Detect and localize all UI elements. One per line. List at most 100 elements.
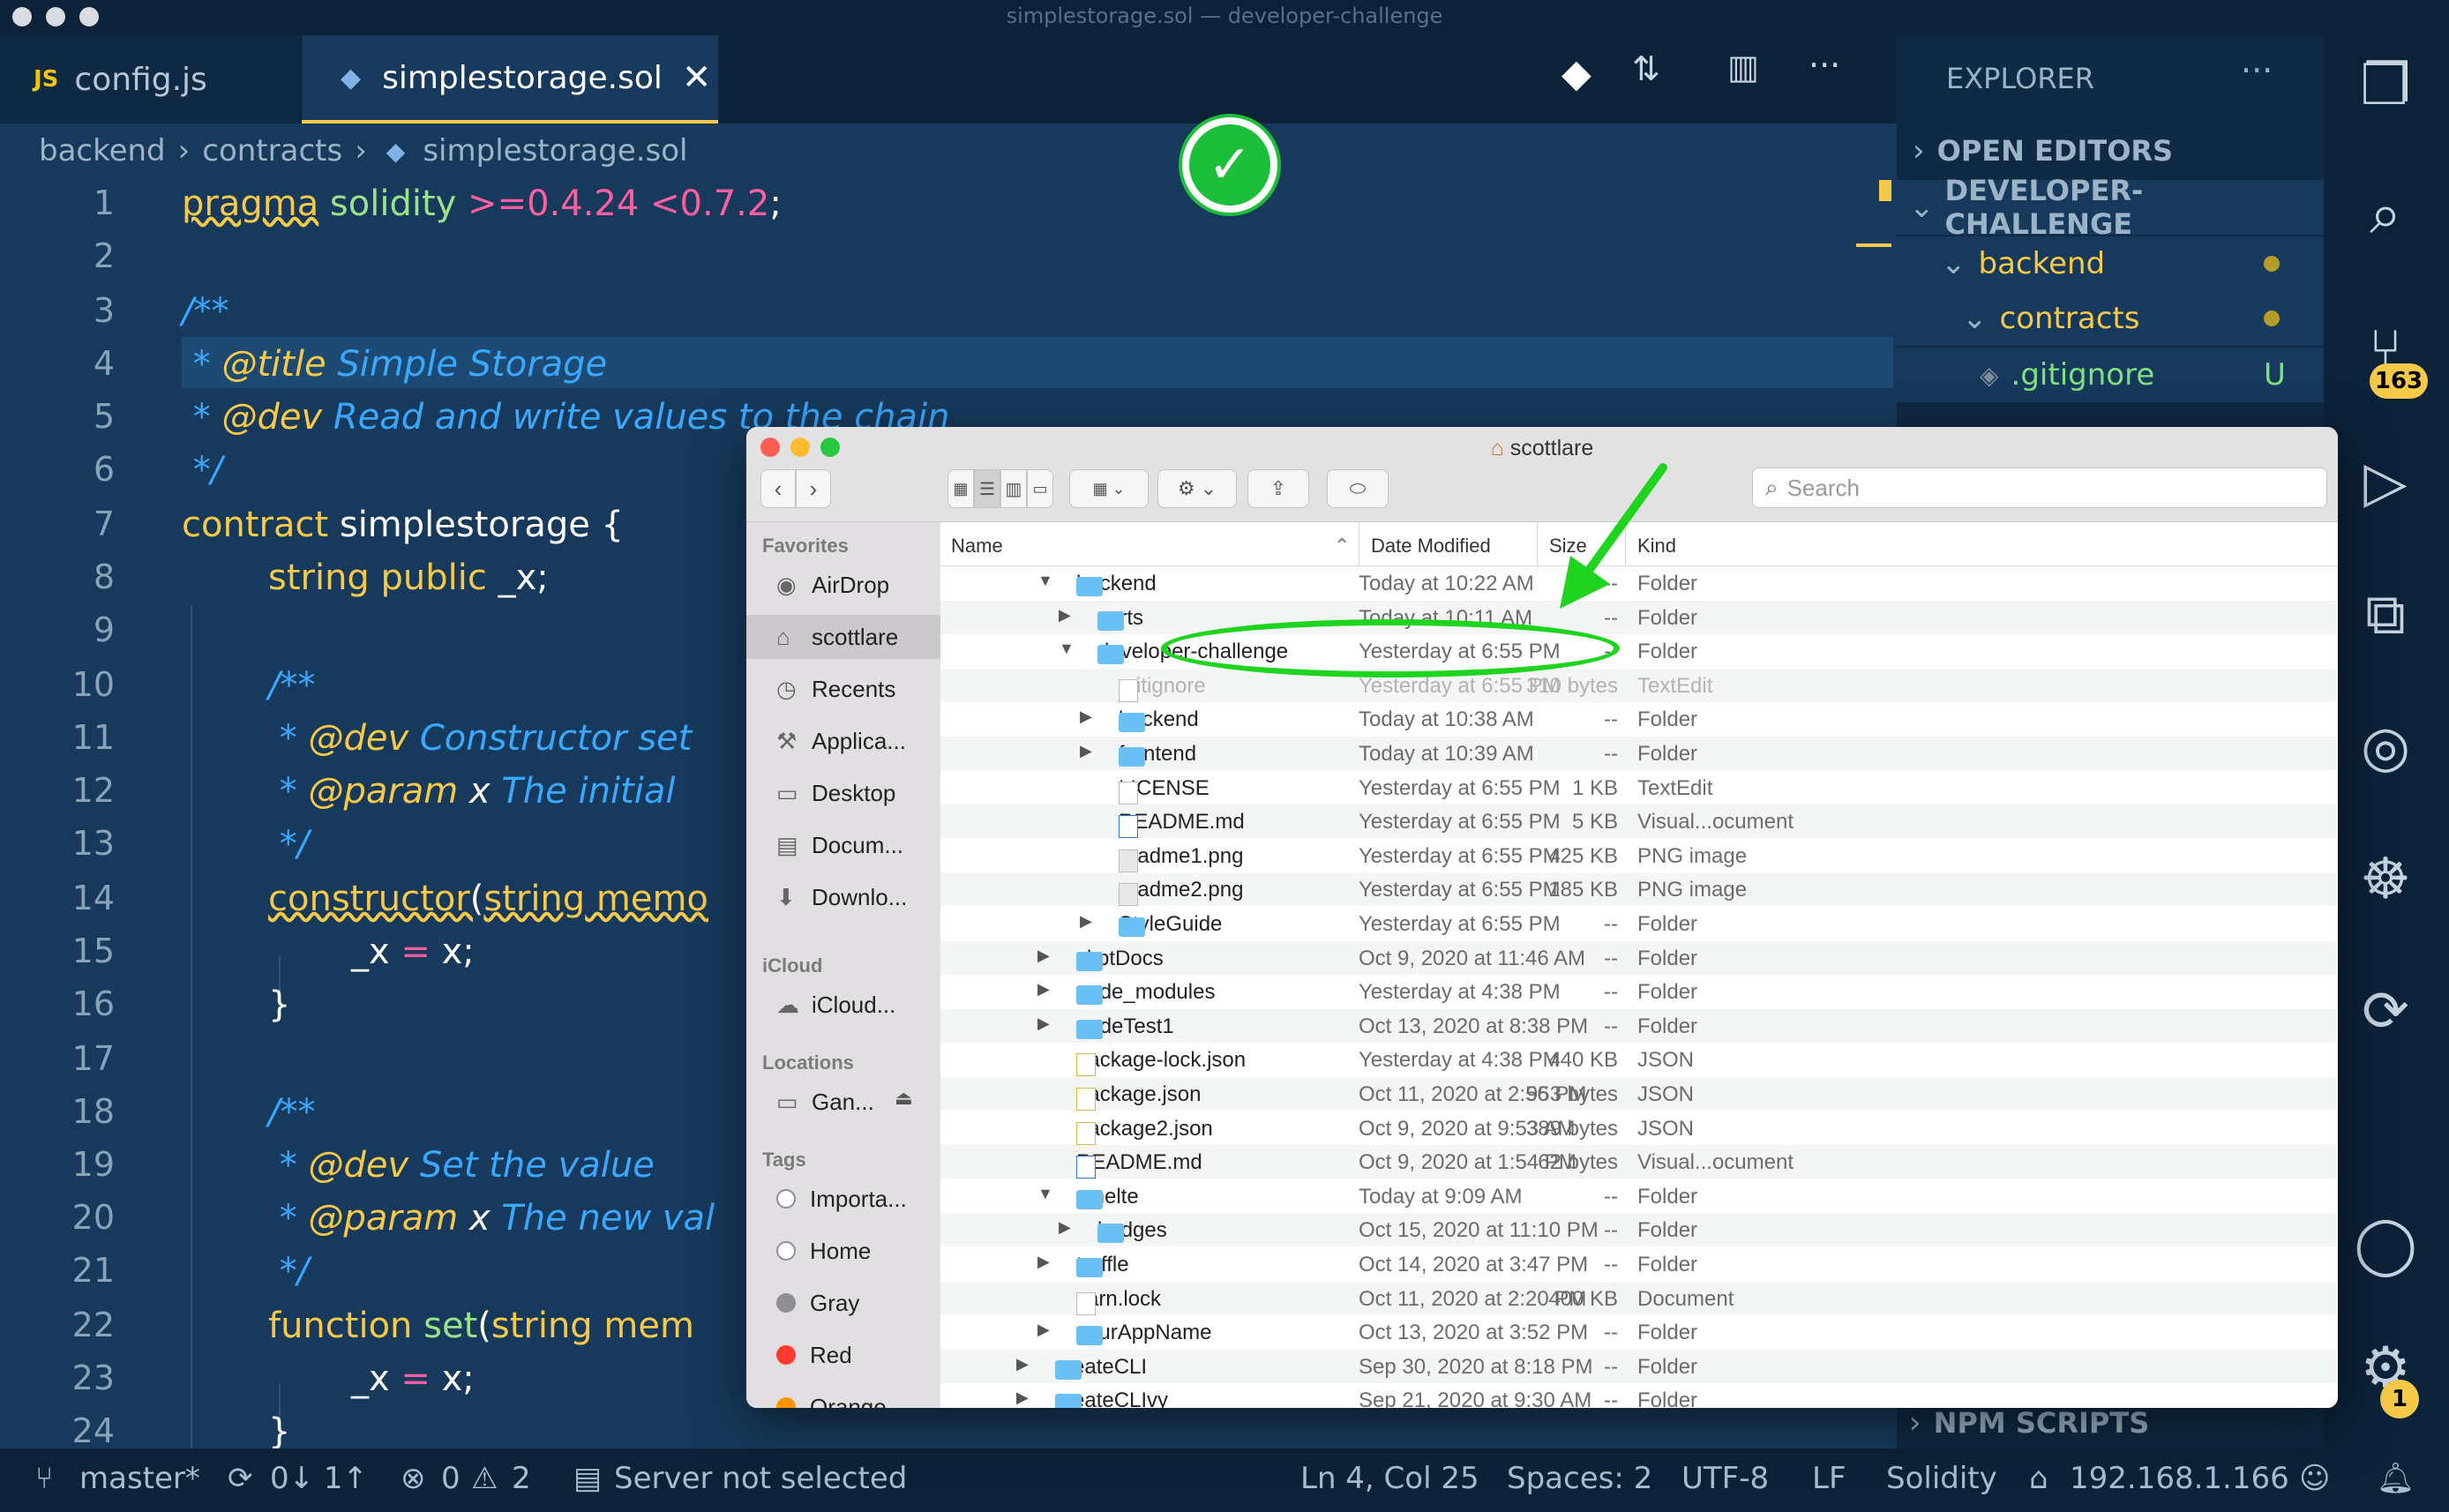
status-position[interactable]: Ln 4, Col 25 xyxy=(1300,1461,1479,1496)
more-actions-icon[interactable]: ··· xyxy=(2241,51,2273,90)
file-row[interactable]: readme1.png Yesterday at 6:55 PM 425 KB PNG… xyxy=(940,839,2338,872)
file-row[interactable]: ▶ yourAppName Oct 13, 2020 at 3:52 PM -- Fol… xyxy=(940,1315,2338,1349)
file-row[interactable]: ▶ backend Today at 10:38 AM -- Folder xyxy=(940,702,2338,736)
disclosure-right-icon[interactable]: ▶ xyxy=(1037,1253,1050,1271)
icon-view-button[interactable]: ▦ xyxy=(947,469,974,508)
disclosure-down-icon[interactable]: ▼ xyxy=(1037,1185,1053,1203)
sidebar-item[interactable]: ◷ Recents xyxy=(746,667,940,711)
section-open-editors[interactable]: › OPEN EDITORS xyxy=(1897,124,2324,178)
sidebar-tag[interactable]: Importa... xyxy=(746,1177,940,1221)
more-actions-icon[interactable]: ··· xyxy=(1809,46,1840,85)
sidebar-item[interactable]: ◉ AirDrop xyxy=(746,563,940,607)
disclosure-right-icon[interactable]: ▶ xyxy=(1037,947,1050,965)
disclosure-right-icon[interactable]: ▶ xyxy=(1037,1014,1050,1033)
kubernetes-icon[interactable]: ☸ xyxy=(2350,847,2421,912)
disclosure-right-icon[interactable]: ▶ xyxy=(1037,980,1050,999)
sidebar-item[interactable]: ▤ Docum... xyxy=(746,823,940,867)
section-workspace[interactable]: ⌄ DEVELOPER-CHALLENGE xyxy=(1897,174,2324,241)
file-row[interactable]: ▶ createCLI Sep 30, 2020 at 8:18 PM -- Folde… xyxy=(940,1349,2338,1383)
account-icon[interactable]: ◯ xyxy=(2350,1212,2421,1277)
sidebar-tag[interactable]: Home xyxy=(746,1229,940,1273)
remote-sync-icon[interactable]: ⟳ xyxy=(2350,979,2421,1044)
sidebar-tag[interactable]: Gray xyxy=(746,1281,940,1325)
disclosure-right-icon[interactable]: ▶ xyxy=(1059,606,1071,625)
gallery-view-button[interactable]: ▭ xyxy=(1027,469,1053,508)
file-row[interactable]: ▶ badges Oct 15, 2020 at 11:10 PM -- Folder xyxy=(940,1213,2338,1247)
sidebar-item[interactable]: ⚒ Applica... xyxy=(746,719,940,763)
sidebar-tag[interactable]: Red xyxy=(746,1333,940,1377)
disclosure-right-icon[interactable]: ▶ xyxy=(1080,912,1092,931)
file-row[interactable]: ▶ createCLIvy Sep 21, 2020 at 9:30 AM -- Fol… xyxy=(940,1383,2338,1408)
column-name[interactable]: Name xyxy=(951,535,1003,558)
status-encoding[interactable]: UTF-8 xyxy=(1681,1461,1769,1496)
tab-simplestorage-sol[interactable]: ◆ simplestorage.sol ✕ xyxy=(302,35,718,124)
sidebar-item[interactable]: ▭ Desktop xyxy=(746,771,940,815)
disclosure-right-icon[interactable]: ▶ xyxy=(1059,1218,1071,1237)
back-button[interactable]: ‹ xyxy=(760,469,796,508)
file-row[interactable]: ▶ nodeTest1 Oct 13, 2020 at 8:38 PM -- Folde… xyxy=(940,1008,2338,1043)
file-row[interactable]: README.md Yesterday at 6:55 PM 5 KB Visual.… xyxy=(940,805,2338,839)
file-row[interactable]: package2.json Oct 9, 2020 at 9:53 AM 389 b… xyxy=(940,1112,2338,1145)
status-warnings[interactable]: 2 xyxy=(512,1461,531,1496)
action-gear-button[interactable]: ⚙ ⌄ xyxy=(1157,469,1237,508)
group-button[interactable]: ▦ ⌄ xyxy=(1069,469,1149,508)
sidebar-item[interactable]: ⌂ scottlare xyxy=(746,615,940,659)
column-date[interactable]: Date Modified xyxy=(1371,535,1491,558)
run-debug-icon[interactable]: ▷ xyxy=(2350,450,2421,515)
status-branch[interactable]: master* xyxy=(79,1461,200,1496)
status-server[interactable]: Server not selected xyxy=(614,1461,907,1496)
tab-config-js[interactable]: JS config.js xyxy=(0,35,300,124)
file-row[interactable]: package.json Oct 11, 2020 at 2:56 PM 953 b… xyxy=(940,1077,2338,1111)
explorer-item-contracts[interactable]: ⌄ contracts xyxy=(1897,291,2324,346)
extensions-icon[interactable]: ⧉ xyxy=(2350,582,2421,647)
search-icon[interactable]: ⌕ xyxy=(2350,182,2421,247)
disclosure-right-icon[interactable]: ▶ xyxy=(1016,1355,1029,1374)
file-row[interactable]: ▶ StyleGuide Yesterday at 6:55 PM -- Folder xyxy=(940,907,2338,940)
finder-search-field[interactable]: ⌕ Search xyxy=(1752,468,2327,508)
breadcrumb-item[interactable]: simplestorage.sol xyxy=(423,133,687,168)
file-row[interactable]: package-lock.json Yesterday at 4:38 PM 440… xyxy=(940,1043,2338,1077)
status-language[interactable]: Solidity xyxy=(1886,1461,1997,1496)
eject-icon[interactable]: ⏏ xyxy=(895,1087,913,1110)
explorer-item-backend[interactable]: ⌄ backend xyxy=(1897,236,2324,291)
file-row[interactable]: ▶ ckptDocs Oct 9, 2020 at 11:46 AM -- Folder xyxy=(940,940,2338,975)
disclosure-right-icon[interactable]: ▶ xyxy=(1037,1321,1050,1339)
files-icon[interactable]: ❐ xyxy=(2350,53,2421,118)
explorer-item-gitignore[interactable]: ◈ .gitignore U xyxy=(1897,348,2324,402)
notifications-icon[interactable]: 🔔︎ xyxy=(2377,1461,2415,1496)
file-row[interactable]: README.md Oct 9, 2020 at 1:54 PM 62 bytes V… xyxy=(940,1145,2338,1179)
status-spaces[interactable]: Spaces: 2 xyxy=(1507,1461,1652,1496)
sidebar-item[interactable]: ☁ iCloud... xyxy=(746,983,940,1027)
file-row[interactable]: LICENSE Yesterday at 6:55 PM 1 KB TextEdit xyxy=(940,771,2338,805)
file-row[interactable]: ▶ node_modules Yesterday at 4:38 PM -- Folde… xyxy=(940,975,2338,1008)
status-errors[interactable]: 0 xyxy=(441,1461,461,1496)
disclosure-down-icon[interactable]: ▼ xyxy=(1059,640,1075,658)
disclosure-right-icon[interactable]: ▶ xyxy=(1080,742,1092,760)
breadcrumb-item[interactable]: backend xyxy=(39,133,166,168)
status-eol[interactable]: LF xyxy=(1812,1461,1846,1496)
feedback-icon[interactable]: ☺ xyxy=(2299,1461,2330,1496)
file-row[interactable]: yarn.lock Oct 11, 2020 at 2:20 PM 400 KB Do… xyxy=(940,1281,2338,1315)
split-editor-icon[interactable]: ▥ xyxy=(1727,48,1759,86)
disclosure-right-icon[interactable]: ▶ xyxy=(1016,1388,1029,1407)
compare-changes-icon[interactable]: ⇅ xyxy=(1632,49,1660,88)
file-row[interactable]: ▼ developer-challenge Yesterday at 6:55 PM… xyxy=(940,634,2338,668)
file-row[interactable]: readme2.png Yesterday at 6:55 PM 185 KB PNG… xyxy=(940,872,2338,907)
file-row[interactable]: ▼ smelte Today at 9:09 AM -- Folder xyxy=(940,1179,2338,1213)
git-lens-icon[interactable]: ◆ xyxy=(1562,51,1591,96)
sidebar-item[interactable]: ⬇ Downlo... xyxy=(746,875,940,919)
column-view-button[interactable]: ▥ xyxy=(1000,469,1027,508)
disclosure-right-icon[interactable]: ▶ xyxy=(1080,707,1092,726)
forward-button[interactable]: › xyxy=(796,469,831,508)
sidebar-tag[interactable]: Orange xyxy=(746,1385,940,1408)
file-row[interactable]: ▶ frontend Today at 10:39 AM -- Folder xyxy=(940,737,2338,770)
file-row[interactable]: ▶truffleOct 14, 2020 at 3:47 PM--Folder xyxy=(940,1247,2338,1281)
status-host[interactable]: 192.168.1.166 xyxy=(2070,1461,2289,1496)
list-view-button[interactable]: ☰ xyxy=(974,469,1000,508)
disclosure-down-icon[interactable]: ▼ xyxy=(1037,572,1053,590)
status-sync[interactable]: 0↓ 1↑ xyxy=(270,1461,368,1496)
breadcrumb-item[interactable]: contracts xyxy=(202,133,342,168)
share-button[interactable]: ⇪ xyxy=(1247,469,1309,508)
tag-button[interactable]: ⬭ xyxy=(1327,469,1389,508)
git-graph-icon[interactable]: ◎ xyxy=(2350,715,2421,780)
